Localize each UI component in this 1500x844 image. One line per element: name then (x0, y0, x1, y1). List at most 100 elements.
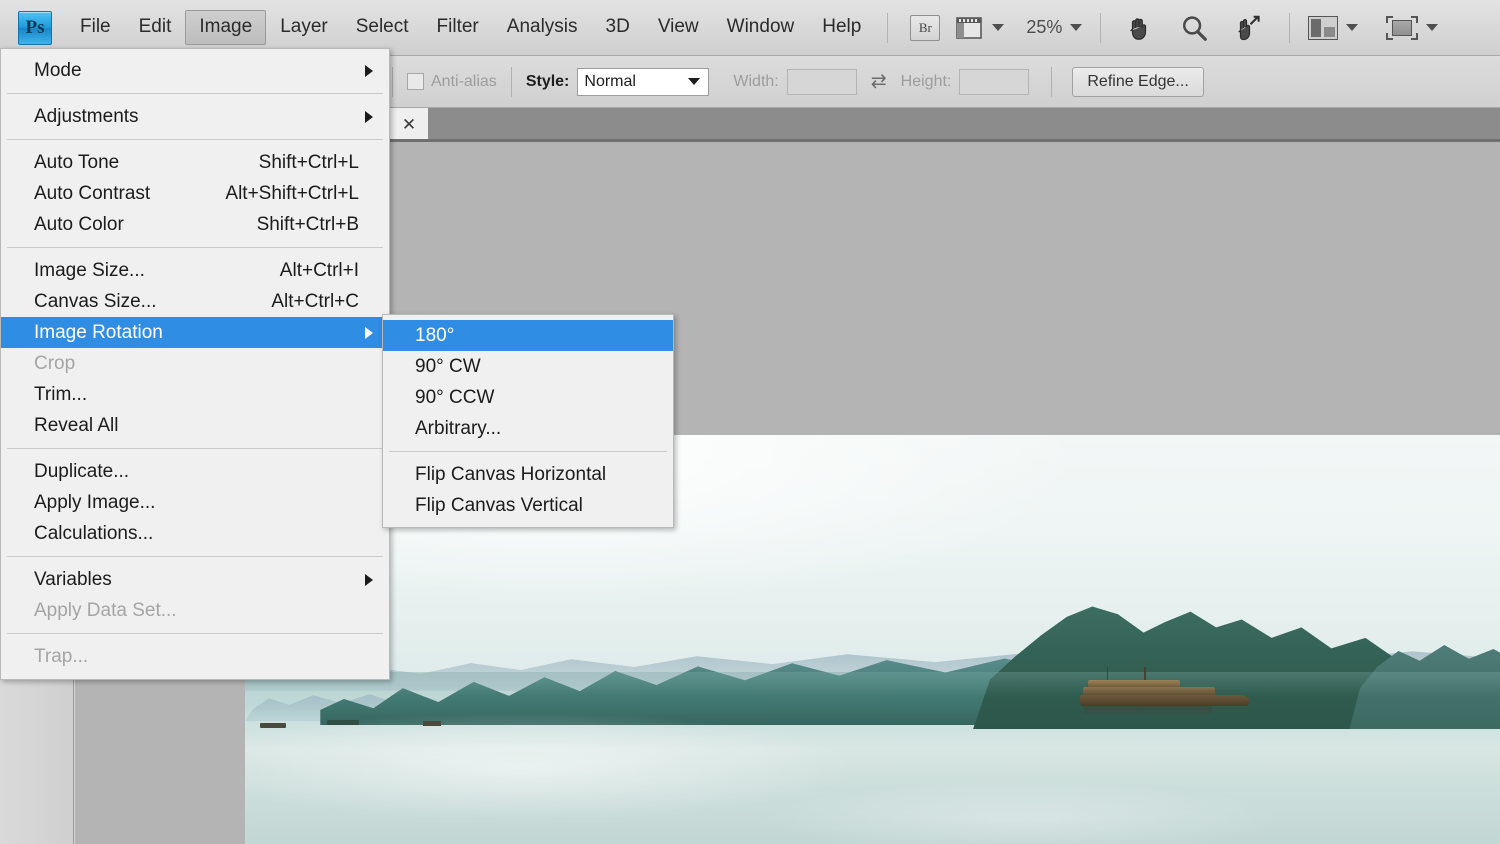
screen-mode-chevron-down-icon[interactable] (1426, 24, 1439, 31)
arrange-documents-icon (1308, 15, 1339, 40)
submenu-arrow-icon (365, 573, 373, 586)
zoom-tool-button[interactable] (1179, 13, 1209, 43)
image-menu-item-adjustments[interactable]: Adjustments (1, 101, 389, 132)
menu-edit[interactable]: Edit (125, 10, 186, 45)
zoom-level-chevron-down-icon[interactable] (1070, 24, 1083, 31)
image-menu-item-label: Crop (34, 352, 76, 374)
menu-3d[interactable]: 3D (592, 10, 644, 45)
image-menu-separator (7, 556, 383, 557)
hand-tool-icon (1130, 17, 1147, 40)
style-label: Style: (525, 72, 570, 90)
menu-image[interactable]: Image (185, 10, 267, 45)
image-menu-item-auto-color[interactable]: Auto Color Shift+Ctrl+B (1, 209, 389, 240)
options-divider-1 (510, 66, 512, 97)
image-menu-item-label: Image Size... (34, 259, 145, 281)
menu-layer[interactable]: Layer (266, 10, 342, 45)
screen-mode-button[interactable] (1386, 15, 1439, 40)
bridge-button[interactable]: Br (910, 14, 941, 41)
rotation-submenu-item-label: 180° (415, 324, 455, 346)
zoom-tool-icon (1183, 15, 1208, 41)
image-menu-item-label: Variables (34, 568, 112, 590)
image-menu-item-trap: Trap... (1, 641, 389, 672)
image-menu-item-mode[interactable]: Mode (1, 55, 389, 86)
image-menu-item-shortcut: Alt+Ctrl+C (271, 290, 359, 312)
menu-select[interactable]: Select (342, 10, 423, 45)
image-menu-item-auto-contrast[interactable]: Auto Contrast Alt+Shift+Ctrl+L (1, 178, 389, 209)
rotation-submenu-item-flip-canvas-vertical[interactable]: Flip Canvas Vertical (383, 490, 673, 521)
image-menu-item-label: Reveal All (34, 414, 119, 436)
image-menu-item-label: Trap... (34, 645, 89, 667)
arrange-documents-button[interactable] (1308, 15, 1359, 40)
document-tab-bar: ✕ (380, 108, 1500, 142)
rotation-submenu-item-arbitrary[interactable]: Arbitrary... (383, 413, 673, 444)
image-menu-item-label: Apply Image... (34, 491, 156, 513)
menu-file[interactable]: File (66, 10, 125, 45)
menu-help[interactable]: Help (808, 10, 875, 45)
rotation-submenu-item-90-ccw[interactable]: 90° CCW (383, 382, 673, 413)
menu-analysis[interactable]: Analysis (493, 10, 592, 45)
image-menu-item-image-size[interactable]: Image Size... Alt+Ctrl+I (1, 255, 389, 286)
image-menu-item-reveal-all[interactable]: Reveal All (1, 410, 389, 441)
image-menu-item-calculations[interactable]: Calculations... (1, 518, 389, 549)
arrange-chevron-down-icon[interactable] (1346, 24, 1359, 31)
style-select[interactable]: Normal (577, 67, 710, 96)
image-menu-item-label: Trim... (34, 383, 88, 405)
rotate-view-tool-icon (1238, 15, 1260, 40)
image-menu-separator (7, 139, 383, 140)
image-menu-item-label: Canvas Size... (34, 290, 157, 312)
image-menu-item-label: Image Rotation (34, 321, 163, 343)
style-select-value: Normal (584, 72, 636, 90)
anti-alias-box-icon (407, 73, 424, 90)
rotation-submenu-item-flip-canvas-horizontal[interactable]: Flip Canvas Horizontal (383, 459, 673, 490)
image-menu-item-image-rotation[interactable]: Image Rotation (1, 317, 389, 348)
photo-water-sheen (245, 672, 1500, 844)
image-menu-item-label: Duplicate... (34, 460, 130, 482)
bridge-icon: Br (910, 14, 941, 41)
height-input[interactable] (959, 68, 1030, 95)
anti-alias-checkbox[interactable]: Anti-alias (407, 73, 497, 91)
menu-view[interactable]: View (644, 10, 713, 45)
height-label: Height: (900, 72, 952, 90)
swap-width-height-icon[interactable]: ⇄ (871, 70, 887, 93)
mini-bridge-chevron-down-icon[interactable] (992, 24, 1005, 31)
image-menu-item-label: Calculations... (34, 522, 154, 544)
photo-junk-boat (1079, 666, 1249, 717)
submenu-arrow-icon (365, 326, 373, 339)
menu-window[interactable]: Window (713, 10, 809, 45)
rotation-submenu-item-180[interactable]: 180° (383, 320, 673, 351)
hand-tool-button[interactable] (1125, 13, 1155, 43)
menubar-divider-3 (1289, 12, 1291, 43)
image-menu-item-trim[interactable]: Trim... (1, 379, 389, 410)
menu-filter[interactable]: Filter (423, 10, 493, 45)
image-menu-item-shortcut: Alt+Shift+Ctrl+L (225, 182, 359, 204)
submenu-arrow-icon (365, 64, 373, 77)
image-menu-item-auto-tone[interactable]: Auto Tone Shift+Ctrl+L (1, 147, 389, 178)
image-rotation-submenu[interactable]: 180° 90° CW 90° CCW Arbitrary... Flip Canvas… (382, 314, 674, 528)
rotate-view-tool-button[interactable] (1233, 13, 1263, 43)
image-menu-item-duplicate[interactable]: Duplicate... (1, 456, 389, 487)
zoom-level-value: 25% (1026, 17, 1063, 37)
photo-distant-boat (423, 721, 441, 726)
image-menu-item-canvas-size[interactable]: Canvas Size... Alt+Ctrl+C (1, 286, 389, 317)
photoshop-window: Ps File Edit Image Layer Select Filter Analysi… (0, 0, 1500, 844)
image-menu-item-variables[interactable]: Variables (1, 564, 389, 595)
image-menu-dropdown[interactable]: Mode Adjustments Auto Tone Shift+Ctrl+L Auto… (0, 48, 390, 680)
rotation-submenu-item-90-cw[interactable]: 90° CW (383, 351, 673, 382)
image-menu-separator (7, 93, 383, 94)
image-menu-item-shortcut: Shift+Ctrl+L (258, 151, 359, 173)
zoom-level-display[interactable]: 25% (1026, 17, 1083, 38)
mini-bridge-button[interactable] (954, 15, 1005, 41)
image-menu-item-apply-data-set: Apply Data Set... (1, 595, 389, 626)
anti-alias-label: Anti-alias (431, 72, 497, 90)
image-menu-item-label: Auto Color (34, 213, 124, 235)
refine-edge-button[interactable]: Refine Edge... (1072, 66, 1204, 97)
width-label: Width: (733, 72, 779, 90)
image-menu-item-apply-image[interactable]: Apply Image... (1, 487, 389, 518)
mini-bridge-icon (956, 16, 983, 39)
image-menu-item-label: Apply Data Set... (34, 599, 177, 621)
options-divider-2 (1051, 66, 1053, 97)
close-document-tab-button[interactable]: ✕ (390, 108, 428, 142)
menubar-divider-1 (887, 12, 889, 43)
rotation-submenu-item-label: Flip Canvas Horizontal (415, 463, 607, 485)
width-input[interactable] (786, 68, 857, 95)
